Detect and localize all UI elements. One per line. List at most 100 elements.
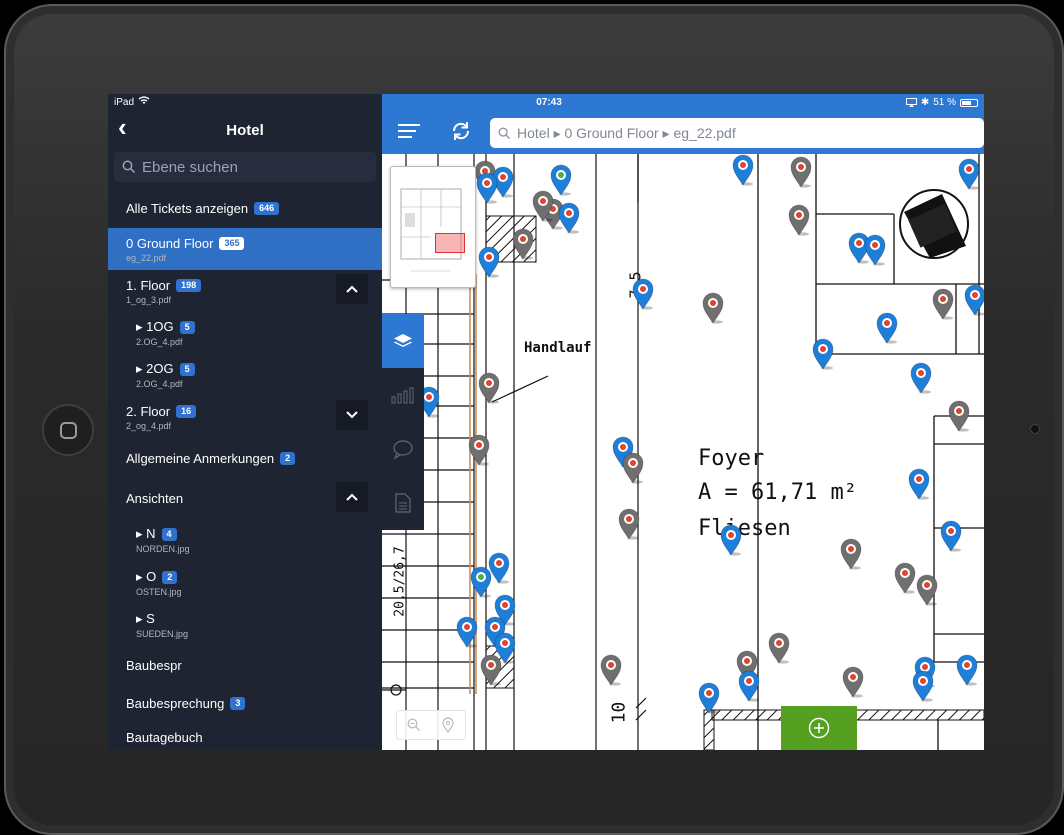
add-ticket-button[interactable]: [781, 706, 857, 750]
plan-minimap[interactable]: [390, 166, 476, 288]
level-item-label: 2. Floor: [126, 403, 171, 419]
level-item[interactable]: ▸ N 4 NORDEN.jpg: [108, 518, 382, 562]
status-bar-left: iPad: [108, 94, 382, 110]
level-item[interactable]: Baubesprechung 3: [108, 684, 382, 722]
level-item-line: ▸ O 2: [136, 569, 364, 585]
back-chevron-icon[interactable]: ‹: [118, 114, 127, 140]
level-item[interactable]: ▸ O 2 OSTEN.jpg: [108, 562, 382, 604]
ticket-pin-icon[interactable]: [618, 508, 640, 540]
ticket-pin-icon[interactable]: [916, 574, 938, 606]
level-item-label: Allgemeine Anmerkungen: [126, 450, 275, 466]
ticket-pin-icon[interactable]: [864, 234, 886, 266]
level-item[interactable]: Alle Tickets anzeigen 646: [108, 188, 382, 228]
ticket-pin-icon[interactable]: [894, 562, 916, 594]
ticket-pin-icon[interactable]: [512, 228, 534, 260]
level-item-line: 2. Floor 16: [126, 404, 364, 419]
ticket-pin-icon[interactable]: [948, 400, 970, 432]
ticket-pin-icon[interactable]: [964, 284, 984, 316]
search-icon: [498, 127, 511, 139]
level-item-label: Alle Tickets anzeigen: [126, 200, 249, 216]
documents-button[interactable]: [382, 476, 424, 530]
ticket-count-badge: 4: [161, 527, 177, 541]
sidebar-header: ‹ Hotel: [108, 110, 382, 150]
level-item-filename: SUEDEN.jpg: [136, 629, 189, 639]
ticket-pin-icon[interactable]: [932, 288, 954, 320]
ticket-pin-icon[interactable]: [956, 654, 978, 686]
floor-plan-canvas[interactable]: Handlauf Foyer A = 61,71 m² Fliesen 20,5…: [382, 154, 984, 750]
level-search[interactable]: [114, 152, 376, 182]
level-item[interactable]: Allgemeine Anmerkungen 2: [108, 438, 382, 478]
ticket-pin-icon[interactable]: [738, 670, 760, 702]
level-item-label: 0 Ground Floor: [126, 235, 214, 251]
ticket-pin-icon[interactable]: [768, 632, 790, 664]
breadcrumb-path[interactable]: Hotel ▸ 0 Ground Floor ▸ eg_22.pdf: [490, 118, 984, 148]
ticket-pin-icon[interactable]: [912, 670, 934, 702]
ticket-pin-icon[interactable]: [940, 520, 962, 552]
ticket-pin-icon[interactable]: [908, 468, 930, 500]
level-list: Alle Tickets anzeigen 646 0 Ground Floor 36…: [108, 188, 382, 750]
ticket-pin-icon[interactable]: [842, 666, 864, 698]
ticket-pin-icon[interactable]: [622, 452, 644, 484]
ticket-pin-icon[interactable]: [812, 338, 834, 370]
ticket-pin-icon[interactable]: [600, 654, 622, 686]
ticket-pin-icon[interactable]: [702, 292, 724, 324]
ticket-pin-icon[interactable]: [876, 312, 898, 344]
ticket-pin-icon[interactable]: [720, 524, 742, 556]
ticket-pin-icon[interactable]: [632, 278, 654, 310]
ticket-pin-icon[interactable]: [790, 156, 812, 188]
ticket-pin-icon[interactable]: [476, 172, 498, 204]
search-input[interactable]: [142, 158, 372, 176]
ticket-pin-icon[interactable]: [558, 202, 580, 234]
level-item[interactable]: 1. Floor 198 1_og_3.pdf: [108, 270, 382, 312]
ticket-pin-icon[interactable]: [958, 158, 980, 190]
zoom-out-button[interactable]: [397, 711, 431, 739]
ticket-pin-icon[interactable]: [532, 190, 554, 222]
menu-icon[interactable]: [398, 124, 420, 140]
level-item-filename: NORDEN.jpg: [136, 544, 190, 554]
bluetooth-icon: ✱: [920, 97, 930, 108]
ticket-count-badge: 16: [176, 404, 197, 418]
home-button[interactable]: [42, 404, 94, 456]
ticket-pin-icon[interactable]: [470, 566, 492, 598]
ticket-pin-icon[interactable]: [910, 362, 932, 394]
level-item[interactable]: ▸ 1OG 5 2.OG_4.pdf: [108, 312, 382, 354]
level-item-label: Baubesprechung: [126, 695, 225, 711]
layers-icon: [394, 334, 412, 347]
level-item[interactable]: 0 Ground Floor 365 eg_22.pdf: [108, 228, 382, 270]
level-item-line: 1. Floor 198: [126, 278, 364, 293]
collapse-button[interactable]: [336, 482, 368, 512]
locate-pin-button[interactable]: [431, 711, 465, 739]
level-item[interactable]: Bautagebuch: [108, 722, 382, 750]
ticket-pin-icon[interactable]: [788, 204, 810, 236]
minimap-viewport[interactable]: [435, 233, 465, 253]
status-bar-right: ✱ 51 %: [905, 97, 978, 108]
ticket-pin-icon[interactable]: [840, 538, 862, 570]
level-item[interactable]: Baubespr: [108, 646, 382, 684]
ticket-pin-icon[interactable]: [468, 434, 490, 466]
layers-button[interactable]: [382, 314, 424, 368]
sync-icon[interactable]: [450, 120, 472, 142]
ticket-count-badge: 365: [219, 236, 245, 250]
level-item-line: ▸ S: [136, 611, 364, 627]
level-item[interactable]: ▸ 2OG 5 2.OG_4.pdf: [108, 354, 382, 396]
ticket-pin-icon[interactable]: [698, 682, 720, 714]
level-item[interactable]: 2. Floor 16 2_og_4.pdf: [108, 396, 382, 438]
expand-button[interactable]: [336, 400, 368, 430]
ticket-pin-icon[interactable]: [478, 246, 500, 278]
comments-button[interactable]: [382, 422, 424, 476]
round-fixture: [899, 189, 969, 259]
ticket-pin-icon[interactable]: [456, 616, 478, 648]
plus-circle-icon: [808, 717, 830, 739]
ticket-pin-icon[interactable]: [732, 154, 754, 186]
level-item[interactable]: Ansichten: [108, 478, 382, 518]
statistics-button[interactable]: [382, 368, 424, 422]
level-item-label: ▸ S: [136, 611, 155, 626]
room-floor-material: Fliesen: [698, 516, 791, 541]
ticket-pin-icon[interactable]: [478, 372, 500, 404]
level-item[interactable]: ▸ S SUEDEN.jpg: [108, 604, 382, 646]
screen-mirroring-icon: [905, 98, 917, 107]
ticket-count-badge: 3: [230, 696, 246, 710]
collapse-button[interactable]: [336, 274, 368, 304]
ticket-pin-icon[interactable]: [480, 654, 502, 686]
level-item-line: Bautagebuch: [126, 730, 364, 745]
